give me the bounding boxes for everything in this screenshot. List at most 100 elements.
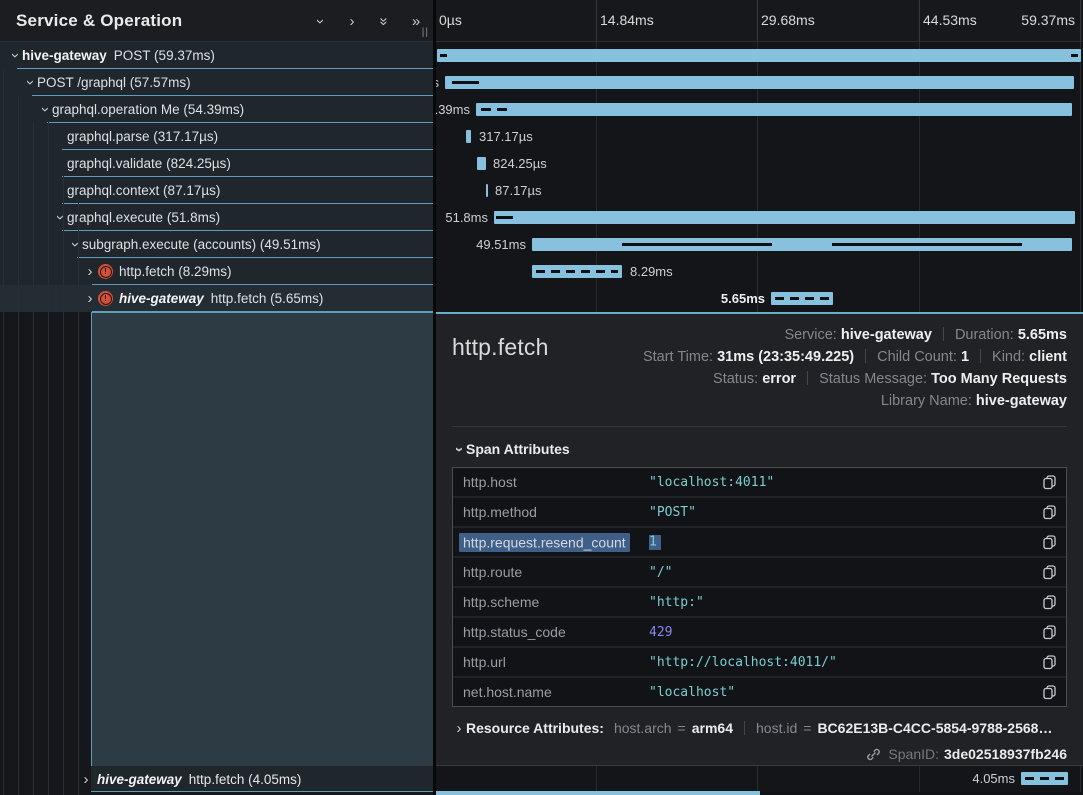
span-tree: hive-gateway POST (59.37ms) POST /graphq… xyxy=(0,42,434,312)
copy-icon[interactable] xyxy=(1043,535,1056,550)
duration-label: 4.05ms xyxy=(972,771,1015,786)
chevron-right-icon[interactable] xyxy=(83,264,97,279)
span-bar[interactable] xyxy=(1021,772,1068,785)
span-label: POST (59.37ms) xyxy=(114,48,215,63)
span-row[interactable]: hive-gateway http.fetch (4.05ms) xyxy=(91,766,434,792)
span-row[interactable]: POST /graphql (57.57ms) xyxy=(0,69,434,96)
span-bar[interactable] xyxy=(437,49,1081,62)
duration-label: 57.57ms xyxy=(436,75,439,90)
attribute-row: http.method "POST" xyxy=(453,498,1066,526)
chevron-right-icon[interactable] xyxy=(79,772,93,787)
span-label: graphql.execute (51.8ms) xyxy=(67,210,220,225)
span-attributes-header[interactable]: Span Attributes xyxy=(452,441,1067,457)
copy-icon[interactable] xyxy=(1043,625,1056,640)
error-icon xyxy=(98,291,113,306)
attribute-value: "http://localhost:4011/" xyxy=(649,655,1043,670)
tree-header-title: Service & Operation xyxy=(16,11,296,31)
chevron-down-icon[interactable] xyxy=(23,75,37,90)
child-count-label: Child Count: xyxy=(877,349,957,365)
span-bar[interactable] xyxy=(494,211,1075,224)
status-message-value: Too Many Requests xyxy=(931,371,1067,387)
status-label: Status: xyxy=(713,371,758,387)
chevron-down-icon[interactable] xyxy=(8,48,22,63)
attribute-key: http.scheme xyxy=(453,594,649,610)
span-detail-meta: Service: hive-gatewayDuration: 5.65ms St… xyxy=(643,324,1067,412)
link-icon[interactable] xyxy=(866,747,881,762)
ruler-tick: 14.84ms xyxy=(600,12,654,28)
expand-one-level-icon[interactable] xyxy=(344,13,360,29)
attribute-row: http.scheme "http:" xyxy=(453,588,1066,616)
attribute-key: http.url xyxy=(453,654,649,670)
attribute-row-selected: http.request.resend_count 1 xyxy=(453,528,1066,556)
span-row[interactable]: http.fetch (8.29ms) xyxy=(0,258,434,285)
span-row[interactable]: subgraph.execute (accounts) (49.51ms) xyxy=(0,231,434,258)
attribute-value: 429 xyxy=(649,625,1043,640)
chevron-down-icon[interactable] xyxy=(68,237,82,252)
duration-value: 5.65ms xyxy=(1018,327,1067,343)
resource-key: host.arch xyxy=(614,720,672,736)
span-bar[interactable] xyxy=(466,130,471,143)
attribute-row: net.host.name "localhost" xyxy=(453,678,1066,706)
partial-span-bar[interactable] xyxy=(436,791,760,795)
copy-icon[interactable] xyxy=(1043,655,1056,670)
duration-label: 54.39ms xyxy=(436,102,470,117)
resource-attributes-heading: Resource Attributes: xyxy=(466,720,604,736)
attribute-key: http.status_code xyxy=(453,624,649,640)
span-label: graphql.context (87.17µs) xyxy=(67,183,220,198)
attribute-value: "POST" xyxy=(649,505,1043,520)
chevron-right-icon[interactable] xyxy=(83,291,97,306)
resize-grip-icon[interactable] xyxy=(422,27,429,38)
library-name-label: Library Name: xyxy=(881,393,972,409)
span-row-selected[interactable]: hive-gateway http.fetch (5.65ms) xyxy=(0,285,434,312)
attribute-key: http.request.resend_count xyxy=(459,533,630,552)
copy-icon[interactable] xyxy=(1043,595,1056,610)
copy-icon[interactable] xyxy=(1043,475,1056,490)
span-label: http.fetch (5.65ms) xyxy=(211,291,324,306)
attribute-value: 1 xyxy=(649,535,661,550)
span-bar[interactable] xyxy=(486,184,488,197)
status-message-label: Status Message: xyxy=(819,371,927,387)
attribute-row: http.status_code 429 xyxy=(453,618,1066,646)
span-label: graphql.parse (317.17µs) xyxy=(67,129,218,144)
span-bar[interactable] xyxy=(771,292,833,305)
attribute-key: net.host.name xyxy=(453,684,649,700)
service-label: Service: xyxy=(784,327,836,343)
span-detail-title: http.fetch xyxy=(452,334,549,361)
ruler-tick: 44.53ms xyxy=(923,12,977,28)
span-row[interactable]: graphql.execute (51.8ms) xyxy=(0,204,434,231)
kind-value: client xyxy=(1029,349,1067,365)
copy-icon[interactable] xyxy=(1043,685,1056,700)
service-name: hive-gateway xyxy=(22,48,107,63)
span-row[interactable]: graphql.validate (824.25µs) xyxy=(0,150,434,177)
attribute-value: "localhost:4011" xyxy=(649,475,1043,490)
collapse-one-level-icon[interactable] xyxy=(312,13,328,29)
copy-icon[interactable] xyxy=(1043,505,1056,520)
chevron-down-icon[interactable] xyxy=(38,102,52,117)
span-bar[interactable] xyxy=(476,103,1072,116)
attribute-row: http.host "localhost:4011" xyxy=(453,468,1066,496)
duration-label: 49.51ms xyxy=(476,237,526,252)
chevron-down-icon[interactable] xyxy=(53,210,67,225)
span-row[interactable]: graphql.parse (317.17µs) xyxy=(0,123,434,150)
collapse-all-icon[interactable] xyxy=(376,13,392,29)
span-bar[interactable] xyxy=(532,265,622,278)
selected-span-highlight xyxy=(91,312,434,766)
copy-icon[interactable] xyxy=(1043,565,1056,580)
span-row[interactable]: hive-gateway POST (59.37ms) xyxy=(0,42,434,69)
span-bar[interactable] xyxy=(445,76,1074,89)
span-bar[interactable] xyxy=(532,238,1072,251)
start-time-value: 31ms (23:35:49.225) xyxy=(717,349,854,365)
service-name: hive-gateway xyxy=(119,291,204,306)
duration-label: 824.25µs xyxy=(493,156,547,171)
span-bar[interactable] xyxy=(477,157,486,170)
duration-label: 51.8ms xyxy=(445,210,488,225)
span-label: subgraph.execute (accounts) (49.51ms) xyxy=(82,237,321,252)
span-row[interactable]: graphql.context (87.17µs) xyxy=(0,177,434,204)
span-row[interactable]: graphql.operation Me (54.39ms) xyxy=(0,96,434,123)
library-name-value: hive-gateway xyxy=(976,393,1067,409)
resource-attributes-header[interactable]: Resource Attributes: host.arch = arm64 h… xyxy=(452,720,1067,736)
span-attributes-heading: Span Attributes xyxy=(466,441,570,457)
span-label: POST /graphql (57.57ms) xyxy=(37,75,191,90)
resource-value: arm64 xyxy=(692,720,733,736)
tree-header: Service & Operation xyxy=(0,0,434,42)
